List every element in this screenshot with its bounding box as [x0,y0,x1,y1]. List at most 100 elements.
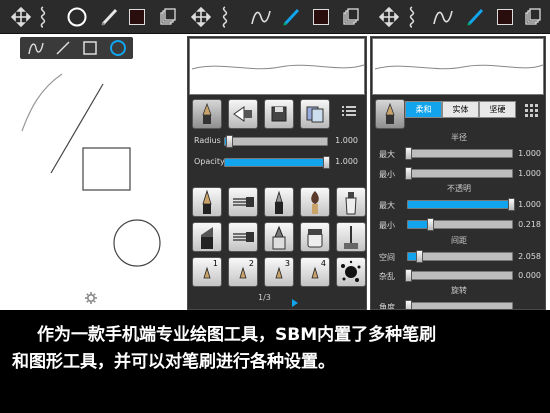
color-swatch-icon[interactable] [492,3,518,31]
slider-fill [408,201,512,208]
opacity-max-slider[interactable] [407,198,515,211]
opacity-min-slider[interactable] [407,218,513,231]
move-icon[interactable] [188,3,214,31]
brush-number: 1 [212,259,218,268]
tab-soft[interactable]: 柔和 [405,101,442,118]
setting-label: 最大 [379,150,395,159]
scatter-slider[interactable] [405,269,513,282]
brush-marker[interactable] [264,187,294,217]
brush-stroke-preview [372,38,544,95]
custom-brush-3[interactable]: 3 [264,257,294,287]
menu-icon[interactable] [342,103,356,122]
app-screen: Radius 1.000 Opacity 1.000 1 2 3 4 1/3 柔… [0,0,550,310]
caption-line-1: 作为一款手机端专业绘图工具，SBM内置了多种笔刷 [37,325,437,345]
grid-menu-icon[interactable] [525,103,539,122]
lasso-icon[interactable] [30,3,56,31]
brush-chisel[interactable] [192,222,222,252]
slider-knob[interactable] [405,269,413,282]
brush-selector-button[interactable] [192,99,222,129]
brush-panel: Radius 1.000 Opacity 1.000 1 2 3 4 1/3 [187,36,367,310]
rectangle-shape [82,147,131,191]
straight-line-shape [50,83,104,174]
setting-value: 0.000 [518,271,541,280]
copy-brush-icon[interactable] [300,99,330,129]
brush-paintbrush[interactable] [300,187,330,217]
layers-icon[interactable] [155,3,181,31]
freehand-icon[interactable] [248,3,274,31]
pen-icon[interactable] [462,3,488,31]
brush-selector-button[interactable] [375,99,405,129]
angle-slider[interactable] [405,300,513,309]
undo-brush-icon[interactable] [228,99,258,129]
slider-knob[interactable] [405,167,413,180]
brush-ink[interactable] [228,187,258,217]
setting-value: 1.000 [518,200,541,209]
opacity-label: Opacity [194,157,225,166]
setting-value: 1.000 [518,169,541,178]
lasso-icon[interactable] [399,3,425,31]
opacity-slider-fill [225,159,327,166]
custom-brush-2[interactable]: 2 [228,257,258,287]
slider-knob[interactable] [416,250,424,263]
brush-number: 2 [248,259,254,268]
radius-max-slider[interactable] [405,147,513,160]
lasso-icon[interactable] [212,3,238,31]
pen-icon[interactable] [278,3,304,31]
radius-min-slider[interactable] [405,167,513,180]
page-indicator: 1/3 [258,293,271,302]
layers-icon[interactable] [520,3,546,31]
section-opacity-title: 不透明 [447,184,471,193]
circle-shape [113,219,161,267]
brush-smudge[interactable] [264,222,294,252]
setting-label: 角度 [379,303,395,310]
slider-knob[interactable] [405,147,413,160]
pen-icon[interactable] [96,3,122,31]
brush-settings-panel: 柔和 实体 坚硬 半径 最大 1.000 最小 1.000 不透明 最大 1.0… [370,36,546,310]
layers-icon[interactable] [338,3,364,31]
freehand-icon[interactable] [430,3,456,31]
section-rotation-title: 旋转 [451,286,467,295]
radius-label: Radius [194,136,221,145]
top-toolbar [0,0,550,34]
brush-pencil[interactable] [192,187,222,217]
spacing-slider[interactable] [407,250,513,263]
tab-hard[interactable]: 坚硬 [479,101,516,118]
radius-value: 1.000 [335,136,358,145]
slider-knob[interactable] [405,300,413,309]
brush-number: 3 [284,259,290,268]
setting-label: 最小 [379,170,395,179]
slider-knob[interactable] [426,218,434,231]
drawing-canvas[interactable] [0,34,186,310]
tab-solid[interactable]: 实体 [442,101,479,118]
brush-stroke-preview [189,38,365,95]
next-page-icon[interactable] [291,293,299,310]
caption-text: 作为一款手机端专业绘图工具，SBM内置了多种笔刷 和图形工具，并可以对笔刷进行各… [0,312,550,413]
setting-value: 2.058 [518,252,541,261]
setting-label: 最大 [379,201,395,210]
circle-tool-icon[interactable] [62,3,92,31]
opacity-slider[interactable] [224,156,330,169]
freehand-stroke [21,73,63,132]
setting-label: 空间 [379,253,395,262]
radius-slider[interactable] [224,135,328,148]
section-radius-title: 半径 [451,133,467,142]
section-spacing-title: 间距 [451,236,467,245]
brush-number: 4 [320,259,326,268]
opacity-value: 1.000 [335,157,358,166]
gear-icon [85,292,97,304]
brush-splatter[interactable] [336,257,366,287]
custom-brush-4[interactable]: 4 [300,257,330,287]
color-swatch-icon[interactable] [124,3,150,31]
setting-label: 最小 [379,221,395,230]
brush-eraser[interactable] [300,222,330,252]
custom-brush-1[interactable]: 1 [192,257,222,287]
save-brush-icon[interactable] [264,99,294,129]
radius-slider-knob[interactable] [226,135,234,148]
brush-stamp[interactable] [336,222,366,252]
brush-airbrush[interactable] [336,187,366,217]
setting-value: 1.000 [518,149,541,158]
setting-value: 0.218 [518,220,541,229]
brush-dry-ink[interactable] [228,222,258,252]
color-swatch-icon[interactable] [308,3,334,31]
caption-line-2: 和图形工具，并可以对笔刷进行各种设置。 [12,352,335,372]
